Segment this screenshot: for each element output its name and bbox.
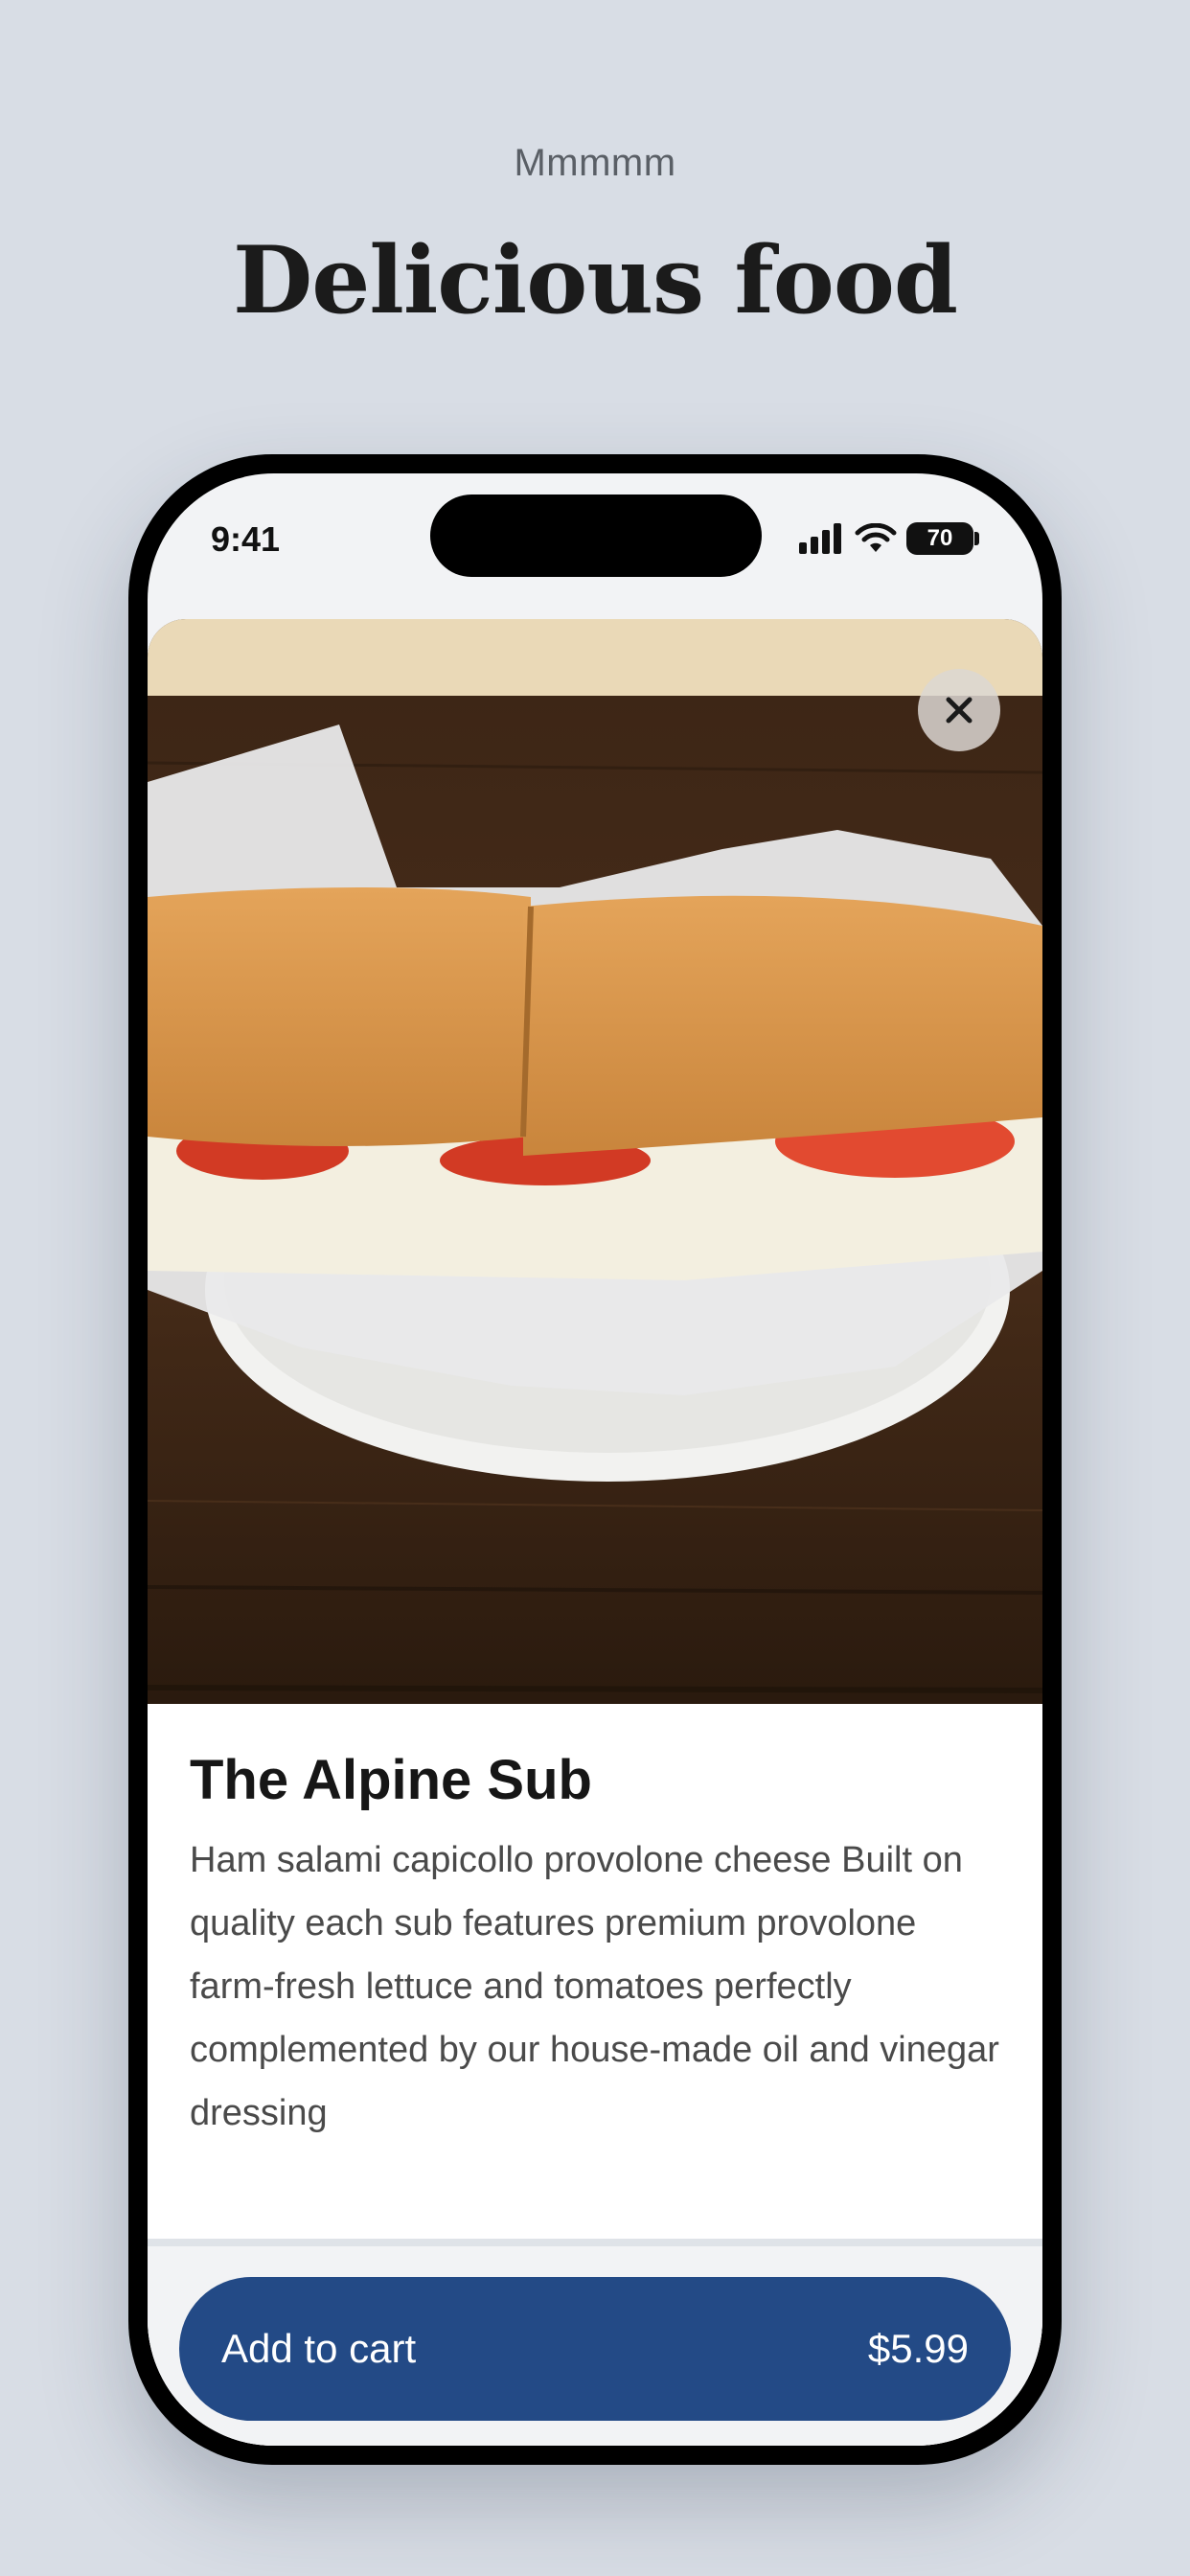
close-button[interactable] [918, 669, 1000, 751]
add-to-cart-button[interactable]: Add to cart $5.99 [179, 2277, 1011, 2421]
cart-price: $5.99 [867, 2326, 969, 2371]
product-image [148, 619, 1042, 1704]
phone-screen: 9:41 70 The Alpine Sub Ham salami capico… [148, 473, 1042, 2446]
battery-icon: 70 [906, 522, 973, 555]
dynamic-island [430, 494, 762, 577]
status-icons: 70 [799, 519, 979, 558]
wifi-icon [855, 523, 897, 552]
product-sheet: The Alpine Sub Ham salami capicollo prov… [148, 619, 1042, 2446]
battery-nub [974, 532, 979, 545]
product-description: Ham salami capicollo provolone cheese Bu… [190, 1840, 999, 2133]
close-icon [946, 697, 973, 724]
page-headline: Delicious food [233, 226, 958, 334]
sandwich-photo [148, 619, 1042, 1704]
eyebrow-text: Mmmmm [514, 142, 676, 184]
add-to-cart-label: Add to cart [221, 2326, 417, 2371]
product-title: The Alpine Sub [190, 1749, 592, 1811]
signal-icon [799, 523, 841, 554]
divider [148, 2239, 1042, 2246]
status-time: 9:41 [211, 519, 281, 559]
phone-frame: 9:41 70 The Alpine Sub Ham salami capico… [128, 454, 1062, 2465]
